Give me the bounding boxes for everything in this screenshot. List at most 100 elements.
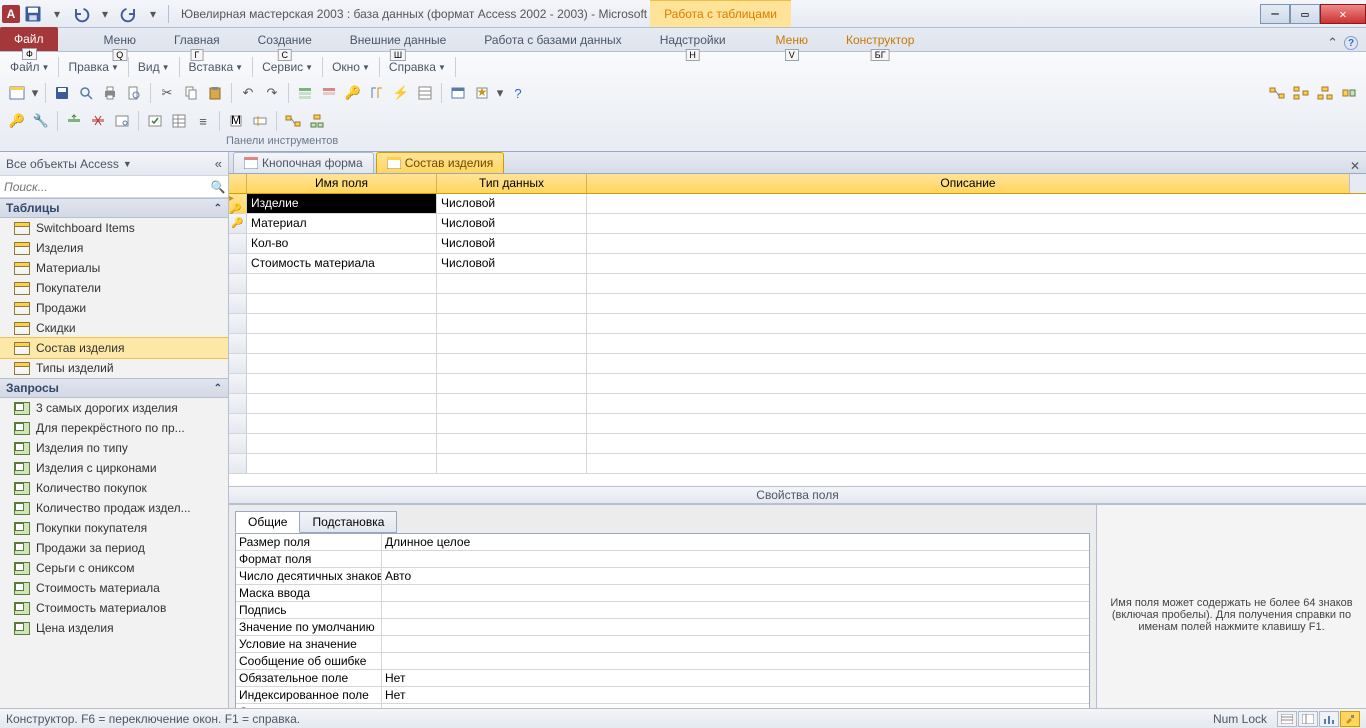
property-row[interactable]: Условие на значение bbox=[236, 636, 1089, 653]
menu-item[interactable]: Файл▼ bbox=[6, 58, 53, 76]
property-row[interactable]: Сообщение об ошибке bbox=[236, 653, 1089, 670]
tool-save[interactable] bbox=[51, 82, 73, 104]
ribbon-tab[interactable]: Работа с базами данных bbox=[474, 29, 631, 51]
qat-dropdown-1[interactable]: ▾ bbox=[46, 3, 68, 25]
cell-description[interactable] bbox=[587, 454, 1366, 473]
nav-query-item[interactable]: Для перекрёстного по пр... bbox=[0, 418, 228, 438]
cell-field-name[interactable]: Стоимость материала bbox=[247, 254, 437, 273]
cell-data-type[interactable]: Числовой bbox=[437, 254, 587, 273]
tool-print[interactable] bbox=[99, 82, 121, 104]
cell-data-type[interactable] bbox=[437, 294, 587, 313]
nav-query-item[interactable]: Стоимость материалов bbox=[0, 598, 228, 618]
row-selector[interactable]: 🔑 bbox=[229, 214, 247, 233]
nav-query-item[interactable]: Покупки покупателя bbox=[0, 518, 228, 538]
cell-description[interactable] bbox=[587, 354, 1366, 373]
designer-row[interactable]: 🔑МатериалЧисловой bbox=[229, 214, 1366, 234]
row-selector[interactable] bbox=[229, 334, 247, 353]
cell-description[interactable] bbox=[587, 374, 1366, 393]
row-selector[interactable] bbox=[229, 254, 247, 273]
nav-query-item[interactable]: Серьги с ониксом bbox=[0, 558, 228, 578]
tool-indexes[interactable] bbox=[366, 82, 388, 104]
row-selector[interactable] bbox=[229, 294, 247, 313]
tool2-test[interactable] bbox=[144, 110, 166, 132]
designer-row[interactable] bbox=[229, 314, 1366, 334]
designer-row[interactable] bbox=[229, 374, 1366, 394]
tool2-rename[interactable] bbox=[249, 110, 271, 132]
cell-data-type[interactable]: Числовой bbox=[437, 234, 587, 253]
tool-db-window[interactable] bbox=[447, 82, 469, 104]
tool-new-object[interactable]: ★ bbox=[471, 82, 493, 104]
cell-field-name[interactable] bbox=[247, 434, 437, 453]
qat-undo-button[interactable] bbox=[70, 3, 92, 25]
ribbon-tab[interactable]: СозданиеС bbox=[248, 29, 322, 51]
cell-field-name[interactable] bbox=[247, 394, 437, 413]
nav-query-item[interactable]: Изделия с цирконами bbox=[0, 458, 228, 478]
minimize-button[interactable]: ─ bbox=[1260, 4, 1290, 24]
nav-query-item[interactable]: Стоимость материала bbox=[0, 578, 228, 598]
ribbon-minimize-icon[interactable]: ⌃ bbox=[1327, 35, 1338, 51]
col-header-type[interactable]: Тип данных bbox=[437, 174, 587, 193]
property-value[interactable] bbox=[382, 653, 1089, 669]
cell-description[interactable] bbox=[587, 394, 1366, 413]
nav-table-item[interactable]: Скидки bbox=[0, 318, 228, 338]
cell-field-name[interactable]: Изделие bbox=[247, 194, 437, 213]
nav-table-item[interactable]: Switchboard Items bbox=[0, 218, 228, 238]
property-value[interactable]: Нет bbox=[382, 687, 1089, 703]
nav-query-item[interactable]: Цена изделия bbox=[0, 618, 228, 638]
view-datasheet[interactable] bbox=[1277, 711, 1297, 727]
designer-row[interactable] bbox=[229, 434, 1366, 454]
tool-relationships-1[interactable] bbox=[1266, 82, 1288, 104]
cell-data-type[interactable] bbox=[437, 434, 587, 453]
col-header-desc[interactable]: Описание bbox=[587, 174, 1349, 193]
row-selector[interactable]: ▸🔑 bbox=[229, 194, 247, 213]
property-value[interactable] bbox=[382, 619, 1089, 635]
document-tab[interactable]: Состав изделия bbox=[376, 152, 505, 173]
property-row[interactable]: Маска ввода bbox=[236, 585, 1089, 602]
qat-dropdown-3[interactable]: ▾ bbox=[142, 3, 164, 25]
view-pivot-table[interactable] bbox=[1298, 711, 1318, 727]
designer-row[interactable]: Кол-воЧисловой bbox=[229, 234, 1366, 254]
nav-query-item[interactable]: 3 самых дорогих изделия bbox=[0, 398, 228, 418]
ribbon-tab[interactable]: Внешние данныеШ bbox=[340, 29, 457, 51]
tool2-deps[interactable] bbox=[306, 110, 328, 132]
cell-description[interactable] bbox=[587, 194, 1366, 213]
tool2-insert[interactable] bbox=[63, 110, 85, 132]
property-value[interactable]: Авто bbox=[382, 568, 1089, 584]
nav-group-queries[interactable]: Запросы⌃ bbox=[0, 378, 228, 398]
cell-data-type[interactable] bbox=[437, 314, 587, 333]
property-value[interactable] bbox=[382, 602, 1089, 618]
row-selector[interactable] bbox=[229, 414, 247, 433]
tool-cut[interactable]: ✂ bbox=[156, 82, 178, 104]
tool2-macro[interactable]: M bbox=[225, 110, 247, 132]
maximize-button[interactable]: ▭ bbox=[1290, 4, 1320, 24]
designer-row[interactable] bbox=[229, 394, 1366, 414]
tool-copy[interactable] bbox=[180, 82, 202, 104]
designer-row[interactable] bbox=[229, 274, 1366, 294]
cell-field-name[interactable] bbox=[247, 374, 437, 393]
nav-query-item[interactable]: Количество продаж издел... bbox=[0, 498, 228, 518]
tool-help[interactable]: ? bbox=[507, 82, 529, 104]
tool2-sheet[interactable] bbox=[168, 110, 190, 132]
tool2-builder[interactable]: 🔧 bbox=[30, 110, 52, 132]
cell-field-name[interactable]: Материал bbox=[247, 214, 437, 233]
ribbon-context-tab[interactable]: МенюV bbox=[766, 29, 818, 51]
row-selector[interactable] bbox=[229, 434, 247, 453]
menu-item[interactable]: Вид▼ bbox=[134, 58, 174, 76]
qat-save-button[interactable] bbox=[22, 3, 44, 25]
qat-redo-button[interactable] bbox=[118, 3, 140, 25]
tool-builder[interactable]: ⚡ bbox=[390, 82, 412, 104]
nav-query-item[interactable]: Продажи за период bbox=[0, 538, 228, 558]
cell-field-name[interactable] bbox=[247, 454, 437, 473]
tool-paste[interactable] bbox=[204, 82, 226, 104]
document-close-button[interactable]: ✕ bbox=[1344, 159, 1366, 173]
property-row[interactable]: Подпись bbox=[236, 602, 1089, 619]
cell-field-name[interactable] bbox=[247, 274, 437, 293]
tool-preview[interactable] bbox=[123, 82, 145, 104]
designer-row[interactable] bbox=[229, 414, 1366, 434]
nav-table-item[interactable]: Изделия bbox=[0, 238, 228, 258]
help-icon[interactable]: ? bbox=[1344, 36, 1358, 50]
nav-group-tables[interactable]: Таблицы⌃ bbox=[0, 198, 228, 218]
tool-primary-key[interactable]: 🔑 bbox=[342, 82, 364, 104]
cell-description[interactable] bbox=[587, 254, 1366, 273]
nav-table-item[interactable]: Материалы bbox=[0, 258, 228, 278]
